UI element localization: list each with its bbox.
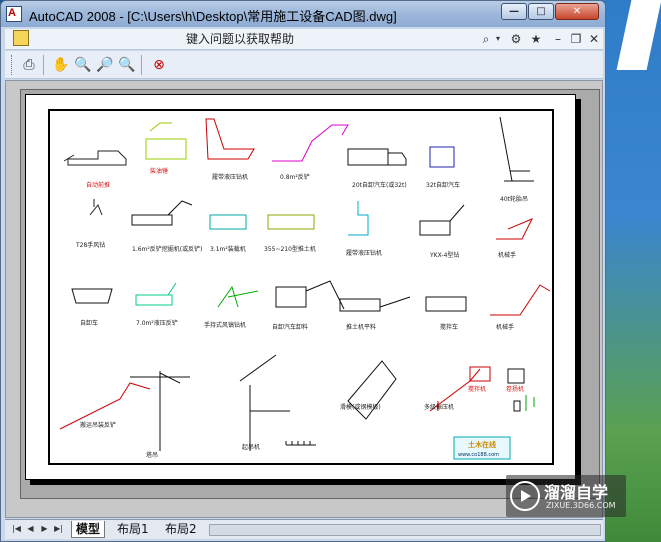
label: 搬运吊装反铲 [80, 421, 116, 429]
label: 起吊机 [242, 443, 260, 451]
paper-sheet: 自动前推 柴油锤 履带液压钻机 0.8m²反铲 20t自卸汽车(或32t) 32… [25, 94, 576, 480]
autocad-window: AutoCAD 2008 - [C:\Users\h\Desktop\常用施工设… [0, 0, 606, 542]
label: 自动前推 [86, 181, 110, 189]
communication-center-icon[interactable]: ⚙ [507, 30, 525, 48]
tab-model[interactable]: 模型 [71, 521, 106, 538]
label: 卷扬机 [506, 385, 524, 393]
row-2-equipment [89, 199, 534, 240]
equipment-drawing: 自动前推 柴油锤 履带液压钻机 0.8m²反铲 20t自卸汽车(或32t) 32… [59, 116, 551, 460]
doc-close-icon[interactable]: ✕ [585, 30, 603, 48]
stamp-title: 土木在线 [468, 440, 496, 449]
drawing-frame: 自动前推 柴油锤 履带液压钻机 0.8m²反铲 20t自卸汽车(或32t) 32… [48, 109, 554, 465]
label: 32t自卸汽车 [426, 181, 460, 189]
zoom-window-icon[interactable]: 🔎 [95, 55, 115, 75]
drawing-labels: 自动前推 柴油锤 履带液压钻机 0.8m²反铲 20t自卸汽车(或32t) 32… [75, 167, 528, 459]
label: 1.6m²反铲挖掘机(或反铲) [132, 245, 202, 253]
pan-icon[interactable]: ✋ [51, 55, 71, 75]
autocad-app-icon[interactable] [6, 6, 22, 22]
label: 搅拌车 [440, 323, 458, 331]
label: 20t自卸汽车(或32t) [352, 181, 407, 189]
label: 机械手 [496, 323, 514, 331]
label: 7.0m²液压反铲 [136, 319, 178, 327]
doc-minimize-icon[interactable]: – [549, 30, 567, 48]
close-button[interactable]: ✕ [555, 3, 599, 20]
toolbar-separator [141, 55, 142, 75]
label: 自卸车 [80, 319, 98, 327]
zoom-realtime-icon[interactable]: 🔍 [73, 55, 93, 75]
horizontal-scrollbar[interactable] [209, 524, 601, 536]
label: 推土机平料 [346, 323, 376, 331]
minimize-button[interactable]: — [501, 3, 527, 20]
tab-layout1[interactable]: 布局1 [113, 521, 153, 538]
menu-bar: 键入问题以获取帮助 ⌕ ▾ ⚙ ★ – ❐ ✕ [5, 29, 603, 50]
title-bar[interactable]: AutoCAD 2008 - [C:\Users\h\Desktop\常用施工设… [1, 1, 605, 27]
prev-tab-icon[interactable]: ◀ [25, 523, 36, 535]
favorites-star-icon[interactable]: ★ [527, 30, 545, 48]
watermark: 溜溜自学 ZIXUE.3D66.COM [506, 475, 626, 517]
label: 柴油锤 [150, 167, 168, 175]
label: 机械手 [498, 251, 516, 259]
label: 多级振压机 [424, 403, 454, 411]
zoom-previous-icon[interactable]: 🔍 [117, 55, 137, 75]
label: 355~210型推土机 [264, 245, 316, 253]
title-stamp: 土木在线 www.co188.com [453, 436, 511, 460]
label: 40t轮胎吊 [500, 195, 528, 203]
maximize-button[interactable]: □ [528, 3, 554, 20]
first-tab-icon[interactable]: |◀ [11, 523, 22, 535]
print-icon[interactable]: ⎙ [19, 55, 39, 75]
doc-restore-icon[interactable]: ❐ [567, 30, 585, 48]
desktop-wallpaper-edge [606, 0, 661, 542]
preview-toolbar: ⎙ ✋ 🔍 🔎 🔍 ⊗ [5, 51, 603, 79]
label: 0.8m²反铲 [280, 173, 310, 181]
watermark-url: ZIXUE.3D66.COM [546, 501, 616, 510]
close-preview-icon[interactable]: ⊗ [149, 55, 169, 75]
label: 滑模(或钢模板) [340, 403, 381, 411]
label: 自卸汽车卸料 [272, 323, 308, 331]
watermark-title: 溜溜自学 [544, 483, 609, 502]
next-tab-icon[interactable]: ▶ [39, 523, 50, 535]
label: 3.1m²装载机 [210, 245, 246, 253]
label: 手持式风镐钻机 [204, 321, 246, 329]
label: 塔吊 [146, 451, 158, 459]
window-title: AutoCAD 2008 - [C:\Users\h\Desktop\常用施工设… [29, 9, 397, 24]
row-3-equipment [71, 280, 551, 316]
document-icon[interactable] [13, 30, 29, 46]
row-1-equipment [63, 116, 534, 182]
dropdown-icon[interactable]: ▾ [493, 30, 503, 48]
toolbar-grip[interactable] [11, 55, 14, 75]
label: 搅拌机 [468, 385, 486, 393]
play-logo-icon [510, 481, 540, 511]
stamp-url: www.co188.com [458, 452, 499, 458]
toolbar-separator [43, 55, 44, 75]
tab-layout2[interactable]: 布局2 [161, 521, 201, 538]
label: 履带液压钻机 [212, 173, 248, 181]
preview-background: 自动前推 柴油锤 履带液压钻机 0.8m²反铲 20t自卸汽车(或32t) 32… [20, 89, 600, 499]
plot-preview-area[interactable]: 自动前推 柴油锤 履带液压钻机 0.8m²反铲 20t自卸汽车(或32t) 32… [5, 80, 603, 518]
label: 履带液压钻机 [346, 249, 382, 257]
layout-tabs-bar: |◀ ◀ ▶ ▶| 模型 布局1 布局2 [5, 519, 603, 539]
help-search-input[interactable]: 键入问题以获取帮助 [115, 31, 365, 47]
label: T28手风钻 [75, 241, 105, 249]
label: YKX-4型钻 [429, 251, 459, 259]
last-tab-icon[interactable]: ▶| [53, 523, 64, 535]
